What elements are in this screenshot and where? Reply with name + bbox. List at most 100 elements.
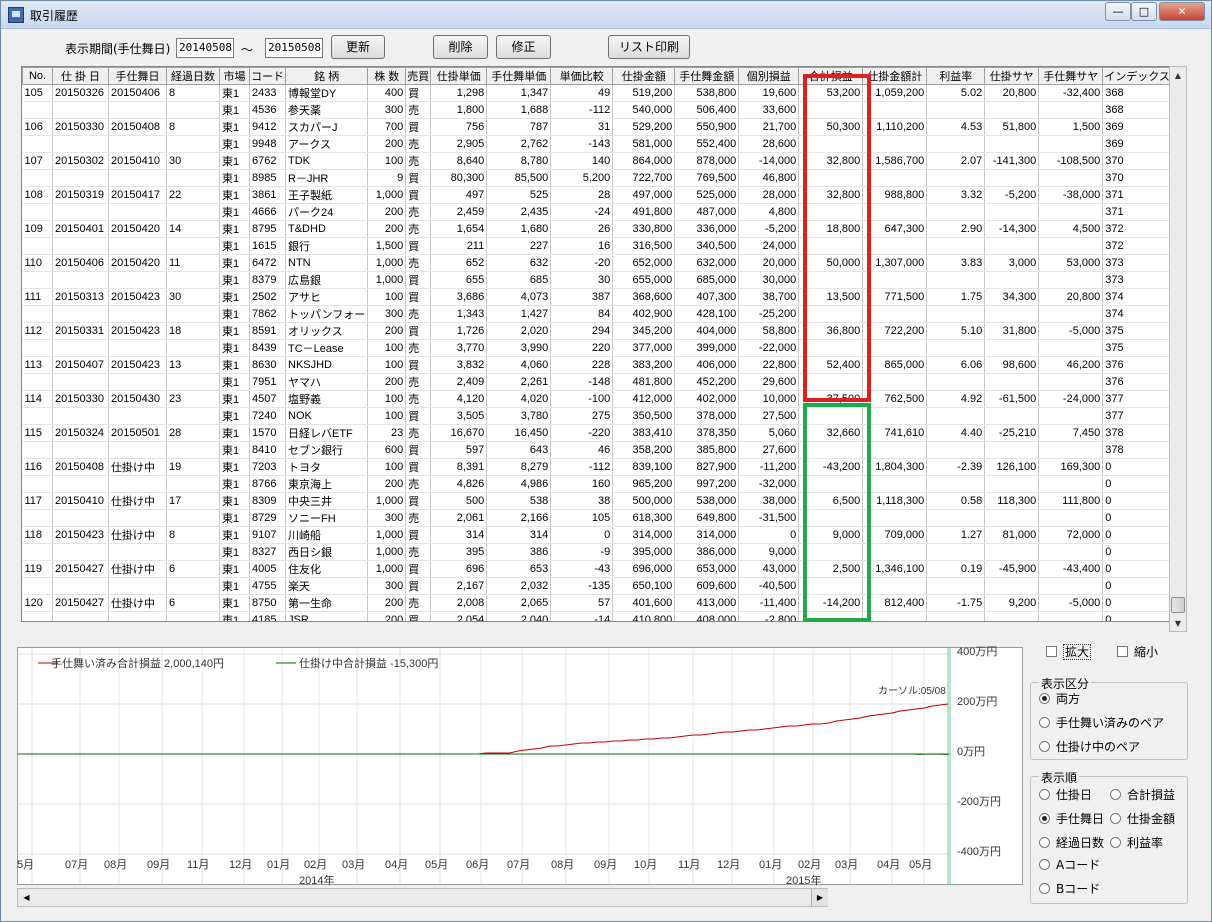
table-row[interactable]: 東1 1615 銀行 1,500 買 211 227 16 316,500 340,500 24,0… xyxy=(22,237,1172,255)
radio-order-elapsed-days[interactable]: 経過日数 xyxy=(1039,834,1104,851)
table-cell: 600 xyxy=(367,441,407,459)
table-row[interactable]: 106 20150330 20150408 8 東1 9412 スカパーJ 700 買 756 78… xyxy=(22,118,1172,136)
maximize-button[interactable]: □ xyxy=(1131,2,1157,21)
column-header[interactable]: 仕 掛 日 xyxy=(52,67,109,85)
table-row[interactable]: 東1 8439 TC－Lease 100 売 3,770 3,990 220 377,000 39… xyxy=(22,339,1172,357)
radio-display-open[interactable]: 仕掛け中のペア xyxy=(1039,738,1140,755)
minimize-button[interactable]: — xyxy=(1105,2,1131,21)
edit-button[interactable]: 修正 xyxy=(496,35,551,59)
table-cell: 30,000 xyxy=(738,271,800,289)
table-cell: 1,800 xyxy=(430,101,488,119)
column-header[interactable]: 仕掛サヤ xyxy=(984,67,1040,85)
column-header[interactable]: 手仕舞サヤ xyxy=(1038,67,1104,85)
table-row[interactable]: 東1 7951 ヤマハ 200 売 2,409 2,261 -148 481,800 452,20… xyxy=(22,373,1172,391)
table-row[interactable]: 114 20150330 20150430 23 東1 4507 塩野義 100 売 4,120 4… xyxy=(22,390,1172,408)
table-row[interactable]: 119 20150427 仕掛け中 6 東1 4005 住友化 1,000 買 696 653 -43… xyxy=(22,560,1172,578)
table-row[interactable]: 東1 8379 広島銀 1,000 買 655 685 30 655,000 685,000 30,… xyxy=(22,271,1172,289)
table-row[interactable]: 東1 4185 JSR 200 買 2,054 2,040 -14 410,800 408,000… xyxy=(22,611,1172,621)
radio-order-entry-date[interactable]: 仕掛日 xyxy=(1039,786,1092,803)
table-cell: 19,600 xyxy=(738,84,800,102)
print-list-button[interactable]: リスト印刷 xyxy=(608,35,690,59)
table-row[interactable]: 120 20150427 仕掛け中 6 東1 8750 第一生命 200 売 2,008 2,065… xyxy=(22,594,1172,612)
column-header[interactable]: 個別損益 xyxy=(738,67,800,85)
table-row[interactable]: 111 20150313 20150423 30 東1 2502 アサヒ 100 買 3,686 4… xyxy=(22,288,1172,306)
table-row[interactable]: 110 20150406 20150420 11 東1 6472 NTN 1,000 売 652 6… xyxy=(22,254,1172,272)
radio-display-closed[interactable]: 手仕舞い済みのペア xyxy=(1039,714,1164,731)
table-cell: 581,000 xyxy=(612,135,676,153)
table-cell xyxy=(52,407,109,425)
table-row[interactable]: 112 20150331 20150423 18 東1 8591 オリックス 200 買 1,72… xyxy=(22,322,1172,340)
table-cell: 116 xyxy=(22,458,53,476)
table-cell: 2,065 xyxy=(486,594,552,612)
scroll-up-arrow-icon[interactable]: ▲ xyxy=(1170,67,1186,84)
column-header[interactable]: 手仕舞日 xyxy=(108,67,167,85)
radio-display-both[interactable]: 両方 xyxy=(1039,690,1080,707)
table-row[interactable]: 東1 8327 西日シ銀 1,000 売 395 386 -9 395,000 386,000 9,… xyxy=(22,543,1172,561)
table-row[interactable]: 108 20150319 20150417 22 東1 3861 王子製紙 1,000 買 497… xyxy=(22,186,1172,204)
pnl-chart[interactable]: 手仕舞い済み合計損益 2,000,140円 仕掛け中合計損益 -15,300円 … xyxy=(17,647,1023,885)
column-header[interactable]: コード xyxy=(249,67,286,85)
date-to-input[interactable]: 20150508 xyxy=(265,38,323,58)
radio-order-entry-amount[interactable]: 仕掛金額 xyxy=(1110,810,1175,827)
date-from-input[interactable]: 20140508 xyxy=(176,38,234,58)
table-row[interactable]: 東1 7862 トッパンフォー 300 売 1,343 1,427 84 402,900 428,… xyxy=(22,305,1172,323)
chart-horizontal-scrollbar[interactable]: ◀ ▶ xyxy=(17,888,828,907)
column-header[interactable]: 経過日数 xyxy=(166,67,220,85)
table-cell: 東1 xyxy=(219,543,250,561)
column-header[interactable]: 手仕舞金額 xyxy=(674,67,740,85)
column-header[interactable]: 銘 柄 xyxy=(284,67,369,85)
column-header[interactable]: 市場 xyxy=(219,67,250,85)
table-row[interactable]: 105 20150326 20150406 8 東1 2433 博報堂DY 400 買 1,298… xyxy=(22,84,1172,102)
table-row[interactable]: 118 20150423 仕掛け中 8 東1 9107 川崎船 1,000 買 314 314 0 31… xyxy=(22,526,1172,544)
table-row[interactable]: 東1 4755 楽天 300 買 2,167 2,032 -135 650,100 609,600… xyxy=(22,577,1172,595)
column-header[interactable]: 仕掛金額計 xyxy=(862,67,928,85)
radio-order-b-code[interactable]: Bコード xyxy=(1039,880,1100,897)
trade-table[interactable]: No. 仕 掛 日手仕舞日 経過日数 市場 コード銘 柄株 数売買 仕掛単価 手仕舞単価 単価… xyxy=(21,66,1187,622)
refresh-button[interactable]: 更新 xyxy=(331,35,385,59)
table-row[interactable]: 113 20150407 20150423 13 東1 8630 NKSJHD 100 買 3,8… xyxy=(22,356,1172,374)
table-cell: 865,000 xyxy=(862,356,928,374)
radio-order-profit-rate[interactable]: 利益率 xyxy=(1110,834,1163,851)
close-button[interactable]: ✕ xyxy=(1159,2,1205,21)
table-row[interactable]: 東1 4666 パーク24 200 売 2,459 2,435 -24 491,800 487,0… xyxy=(22,203,1172,221)
table-row[interactable]: 東1 9948 アークス 200 売 2,905 2,762 -143 581,000 552,4… xyxy=(22,135,1172,153)
column-header[interactable]: 利益率 xyxy=(926,67,986,85)
scroll-left-arrow-icon[interactable]: ◀ xyxy=(18,889,35,906)
table-row[interactable]: 東1 8766 東京海上 200 売 4,826 4,986 160 965,200 997,20… xyxy=(22,475,1172,493)
table-cell: 300 xyxy=(367,577,407,595)
table-cell xyxy=(166,237,220,255)
table-row[interactable]: 109 20150401 20150420 14 東1 8795 T&DHD 200 売 1,65… xyxy=(22,220,1172,238)
scroll-down-arrow-icon[interactable]: ▼ xyxy=(1170,615,1186,632)
scrollbar-thumb[interactable] xyxy=(1171,597,1185,613)
table-row[interactable]: 107 20150302 20150410 30 東1 6762 TDK 100 売 8,640 8… xyxy=(22,152,1172,170)
table-row[interactable]: 東1 4536 参天薬 300 売 1,800 1,688 -112 540,000 506,40… xyxy=(22,101,1172,119)
column-header[interactable]: 売買 xyxy=(405,67,432,85)
table-row[interactable]: 117 20150410 仕掛け中 17 東1 8309 中央三井 1,000 買 500 538 3… xyxy=(22,492,1172,510)
column-header[interactable]: No. xyxy=(22,67,53,85)
table-row[interactable]: 東1 8985 R－JHR 9 買 80,300 85,500 5,200 722,700 769… xyxy=(22,169,1172,187)
table-row[interactable]: 115 20150324 20150501 28 東1 1570 日経レバETF 23 売 16,… xyxy=(22,424,1172,442)
table-row[interactable]: 東1 8729 ソニーFH 300 売 2,061 2,166 105 618,300 649,8… xyxy=(22,509,1172,527)
radio-order-exit-date[interactable]: 手仕舞日 xyxy=(1039,810,1104,827)
table-cell: 8309 xyxy=(249,492,286,510)
table-row[interactable]: 東1 8410 セブン銀行 600 買 597 643 46 358,200 385,800 27,… xyxy=(22,441,1172,459)
column-header[interactable]: 手仕舞単価 xyxy=(486,67,552,85)
table-cell xyxy=(862,101,928,119)
column-header[interactable]: インデックス xyxy=(1102,67,1172,85)
radio-order-a-code[interactable]: Aコード xyxy=(1039,856,1100,873)
table-row[interactable]: 116 20150408 仕掛け中 19 東1 7203 トヨタ 100 買 8,391 8,279… xyxy=(22,458,1172,476)
delete-button[interactable]: 削除 xyxy=(433,35,488,59)
radio-order-total-pnl[interactable]: 合計損益 xyxy=(1110,786,1175,803)
column-header[interactable]: 株 数 xyxy=(367,67,407,85)
zoom-out-checkbox[interactable]: 縮小 xyxy=(1117,643,1158,660)
table-row[interactable]: 東1 7240 NOK 100 買 3,505 3,780 275 350,500 378,000… xyxy=(22,407,1172,425)
column-header[interactable]: 仕掛金額 xyxy=(612,67,676,85)
zoom-in-checkbox[interactable]: 拡大 xyxy=(1046,643,1092,660)
table-cell: 374 xyxy=(1102,288,1172,306)
table-cell: -38,000 xyxy=(1038,186,1104,204)
column-header[interactable]: 単価比較 xyxy=(550,67,614,85)
table-cell xyxy=(926,475,986,493)
scroll-right-arrow-icon[interactable]: ▶ xyxy=(811,889,828,906)
table-vertical-scrollbar[interactable]: ▲ ▼ xyxy=(1169,66,1187,632)
column-header[interactable]: 仕掛単価 xyxy=(430,67,488,85)
